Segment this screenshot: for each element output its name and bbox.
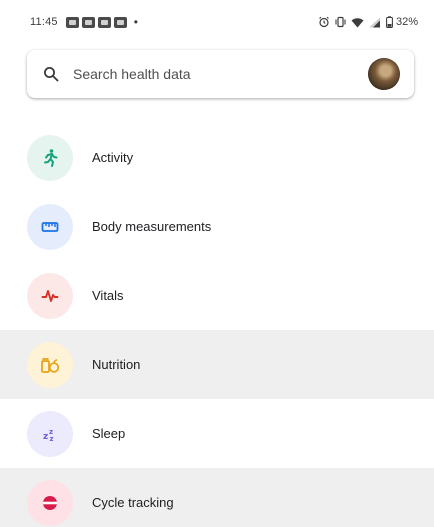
list-item-label: Activity (92, 150, 134, 165)
heartbeat-icon (41, 289, 59, 302)
zzz-icon: z z z (43, 428, 54, 443)
status-bar: 11:45 • 32% (0, 0, 434, 44)
notification-icon (97, 16, 111, 28)
vitals-icon-badge (27, 272, 73, 319)
list-item-body-measurements[interactable]: Body measurements (0, 192, 434, 261)
avatar[interactable] (368, 58, 400, 90)
alarm-icon (318, 16, 330, 28)
nutrition-icon-badge (27, 341, 73, 388)
health-data-screen: 11:45 • 32% Search health data Activity … (0, 0, 434, 527)
list-item-cycle-tracking[interactable]: Cycle tracking (0, 468, 434, 527)
svg-text:z: z (43, 432, 48, 442)
notification-icon (81, 16, 95, 28)
ruler-icon (41, 221, 59, 232)
activity-icon-badge (27, 134, 73, 181)
cell-signal-icon (368, 17, 382, 28)
list-item-nutrition[interactable]: Nutrition (0, 330, 434, 399)
sleep-icon-badge: z z z (27, 410, 73, 457)
status-time: 11:45 (30, 16, 58, 28)
notification-icon (113, 16, 127, 28)
body-measurements-icon-badge (27, 203, 73, 250)
wifi-icon (351, 17, 364, 28)
cycle-tracking-icon-badge (27, 479, 73, 526)
list-item-sleep[interactable]: z z z Sleep (0, 399, 434, 468)
category-list: Activity Body measurements Vitals Nutrit… (0, 123, 434, 527)
list-item-label: Cycle tracking (92, 495, 174, 510)
search-input[interactable]: Search health data (73, 66, 368, 82)
list-item-activity[interactable]: Activity (0, 123, 434, 192)
apple-jar-icon (41, 357, 60, 373)
notification-icon (65, 16, 79, 28)
status-right: 32% (314, 16, 418, 28)
list-item-label: Nutrition (92, 357, 141, 372)
list-item-vitals[interactable]: Vitals (0, 261, 434, 330)
battery-percentage: 32% (395, 16, 418, 28)
search-bar[interactable]: Search health data (27, 50, 414, 98)
svg-text:z: z (50, 435, 54, 443)
list-item-label: Body measurements (92, 219, 212, 234)
status-left: 11:45 • (30, 15, 138, 29)
running-figure-icon (44, 148, 58, 167)
cycle-icon (43, 495, 57, 510)
list-item-label: Vitals (92, 288, 124, 303)
battery-icon (386, 16, 393, 28)
search-icon (43, 66, 59, 82)
more-notifications-dot-icon: • (133, 15, 138, 29)
list-item-label: Sleep (92, 426, 126, 441)
vibrate-icon (334, 16, 347, 28)
